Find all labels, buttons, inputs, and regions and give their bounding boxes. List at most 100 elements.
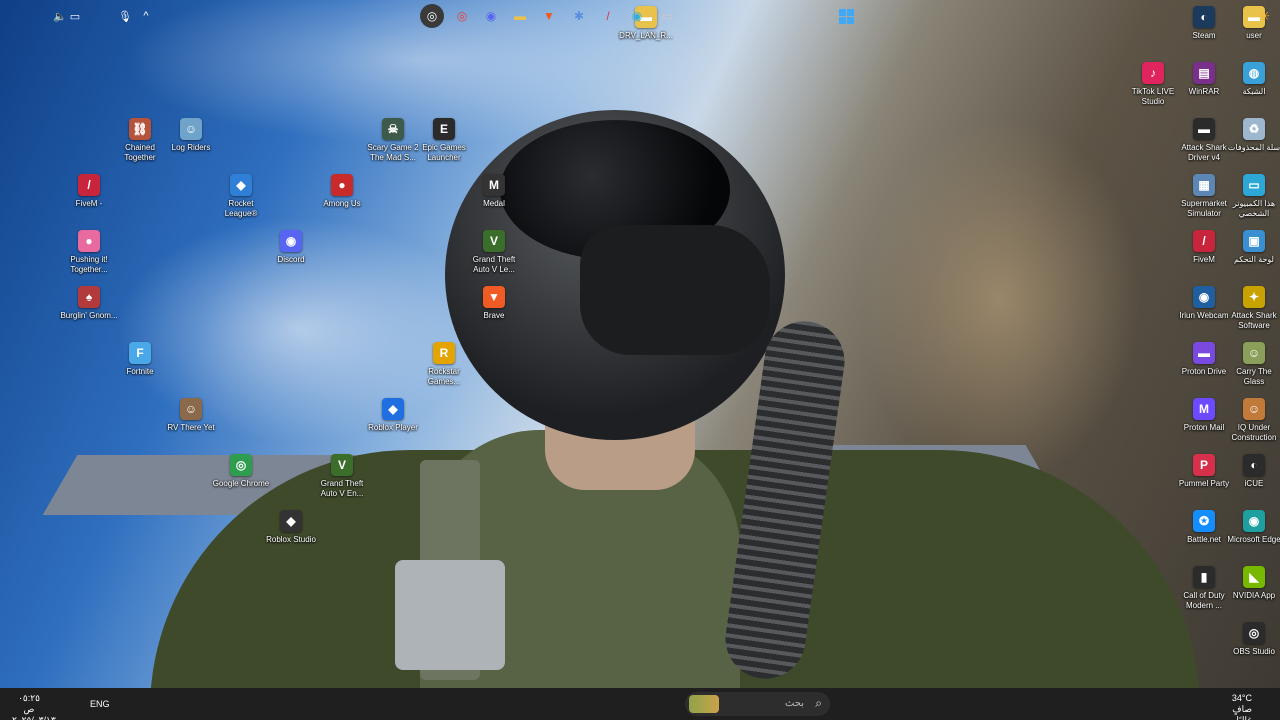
desktop-icon-log-riders[interactable]: ☺ Log Riders xyxy=(162,118,220,153)
desktop-icon-label: Roblox Studio xyxy=(266,535,316,544)
taskbar-app-file-explorer[interactable]: ▬ xyxy=(508,4,532,28)
weather-widget[interactable]: 34°C صافٍ غالبًا xyxy=(1218,693,1252,726)
desktop-icon-google-chrome[interactable]: ◎ Google Chrome xyxy=(212,454,270,489)
attack-shark-driver-icon: ▬ xyxy=(1193,118,1215,140)
desktop-icon-chained-together[interactable]: ⛓ Chained Together xyxy=(111,118,169,163)
desktop-wallpaper xyxy=(0,0,1280,688)
show-hidden-icons-chevron-icon[interactable]: ^ xyxy=(134,4,158,28)
desktop-icon-rockstar-games[interactable]: R Rockstar Games... xyxy=(415,342,473,387)
desktop-icon-control-panel[interactable]: ▣ لوحة التحكم xyxy=(1225,230,1280,265)
rockstar-games-icon: R xyxy=(433,342,455,364)
clock-date: ٢٠٢٥/٠٣/١٣ xyxy=(12,715,56,725)
attack-shark-software-icon: ✦ xyxy=(1243,286,1265,308)
taskbar xyxy=(0,688,1280,720)
desktop-icon-burglin-gnomes[interactable]: ♠ Burglin' Gnom... xyxy=(60,286,118,321)
desktop-icon-attack-shark-software[interactable]: ✦ Attack Shark Software xyxy=(1225,286,1280,331)
edge-icon: ◉ xyxy=(1243,510,1265,532)
taskbar-search-box[interactable]: بحث ⌕ xyxy=(685,692,830,716)
desktop-icon-recycle-bin[interactable]: ♻ سلة المحذوفات xyxy=(1225,118,1280,153)
brave-icon: ▼ xyxy=(483,286,505,308)
language-indicator[interactable]: ENG xyxy=(90,699,110,710)
desktop-icon-gta-v-legacy[interactable]: V Grand Theft Auto V Le... xyxy=(465,230,523,275)
icue-icon: ◐ xyxy=(1243,454,1265,476)
desktop-icon-obs-studio[interactable]: ◎ OBS Studio xyxy=(1225,622,1280,657)
desktop-icon-label: Grand Theft Auto V Le... xyxy=(472,255,516,274)
desktop-icon-label: Among Us xyxy=(323,199,361,208)
pummel-party-icon: P xyxy=(1193,454,1215,476)
desktop-icon-scary-game-2[interactable]: ☠ Scary Game 2 The Mad S... xyxy=(364,118,422,163)
desktop-icon-microsoft-edge[interactable]: ◉ Microsoft Edge xyxy=(1225,510,1280,545)
weather-sun-icon: ☀ xyxy=(1257,7,1271,24)
desktop-icon-gta-v-enhanced[interactable]: V Grand Theft Auto V En... xyxy=(313,454,371,499)
desktop-icon-label: Brave xyxy=(483,311,505,320)
taskbar-app-chrome[interactable]: ◎ xyxy=(450,4,474,28)
desktop-icon-label: user xyxy=(1246,31,1262,40)
taskbar-task-view[interactable]: ▭ xyxy=(655,4,679,28)
desktop-icon-label: Medal xyxy=(483,199,505,208)
desktop-icon-iq-under-construction[interactable]: ☺ IQ Under Construction xyxy=(1225,398,1280,443)
desktop-icon-label: Google Chrome xyxy=(212,479,270,488)
taskbar-clock[interactable]: ٠٥:٢٥ ص ٢٠٢٥/٠٣/١٣ xyxy=(12,693,56,726)
desktop-icon-among-us[interactable]: ● Among Us xyxy=(313,174,371,209)
desktop-icon-brave[interactable]: ▼ Brave xyxy=(465,286,523,321)
desktop-icon-medal[interactable]: M Medal xyxy=(465,174,523,209)
desktop-icon-label: Scary Game 2 The Mad S... xyxy=(367,143,419,162)
fortnite-icon: F xyxy=(129,342,151,364)
desktop-icon-discord[interactable]: ◉ Discord xyxy=(262,230,320,265)
desktop-icon-label: IQ Under Construction xyxy=(1231,423,1277,442)
desktop-icon-tiktok-live-studio[interactable]: ♪ TikTok LIVE Studio xyxy=(1124,62,1182,107)
desktop-icon-label: iCUE xyxy=(1244,479,1264,488)
chrome-icon: ◎ xyxy=(456,9,468,23)
gta-v-icon: V xyxy=(483,230,505,252)
desktop-icon-carry-the-glass[interactable]: ☺ Carry The Glass xyxy=(1225,342,1280,387)
desktop-icon-label: OBS Studio xyxy=(1233,647,1275,656)
fivem-icon: / xyxy=(1193,230,1215,252)
desktop-icon-fivem-shortcut[interactable]: / FiveM - xyxy=(60,174,118,209)
taskbar-app-fivem[interactable]: / xyxy=(596,4,620,28)
burglin-gnomes-icon: ♠ xyxy=(78,286,100,308)
taskbar-app-settings[interactable]: ✱ xyxy=(567,4,591,28)
desktop-icon-rocket-league[interactable]: ◆ Rocket League® xyxy=(212,174,270,219)
start-button[interactable] xyxy=(834,4,858,28)
recycle-bin-icon: ♻ xyxy=(1243,118,1265,140)
desktop-icon-label: Grand Theft Auto V En... xyxy=(320,479,364,498)
search-highlight-image xyxy=(689,695,719,713)
desktop-icon-roblox-studio[interactable]: ◆ Roblox Studio xyxy=(262,510,320,545)
desktop-icon-label: الشبكة xyxy=(1242,87,1266,96)
desktop-icon-icue[interactable]: ◐ iCUE xyxy=(1225,454,1280,489)
tiktok-icon: ♪ xyxy=(1142,62,1164,84)
desktop-icon-label: Discord xyxy=(277,255,305,264)
desktop-icon-fortnite[interactable]: F Fortnite xyxy=(111,342,169,377)
desktop-icon-label: Attack Shark Software xyxy=(1231,311,1277,330)
pilot-oxygen-mask xyxy=(580,225,770,355)
desktop-icon-this-pc[interactable]: ▭ هذا الكمبيوتر الشخصي xyxy=(1225,174,1280,219)
obs-icon: ◎ xyxy=(426,9,438,23)
taskbar-app-discord[interactable]: ◉ xyxy=(479,4,503,28)
gta-v-icon: V xyxy=(331,454,353,476)
desktop-icon-epic-games[interactable]: E Epic Games Launcher xyxy=(415,118,473,163)
among-us-icon: ● xyxy=(331,174,353,196)
desktop-icon-label: DRV_LAN_R... xyxy=(619,31,673,40)
desktop-icon-label: TikTok LIVE Studio xyxy=(1131,87,1175,106)
search-icon: ⌕ xyxy=(815,696,822,710)
desktop-icon-network[interactable]: ◍ الشبكة xyxy=(1225,62,1280,97)
desktop-icon-roblox-player[interactable]: ◆ Roblox Player xyxy=(364,398,422,433)
desktop-icon-nvidia-app[interactable]: ◣ NVIDIA App xyxy=(1225,566,1280,601)
roblox-studio-icon: ◆ xyxy=(280,510,302,532)
proton-mail-icon: M xyxy=(1193,398,1215,420)
weather-temperature: 34°C xyxy=(1231,693,1252,703)
webcam-icon: ◉ xyxy=(1193,286,1215,308)
taskbar-app-obs[interactable]: ◎ xyxy=(420,4,444,28)
brave-icon: ▼ xyxy=(543,9,555,23)
task-view-icon: ▭ xyxy=(661,9,673,23)
desktop-icon-label: Rocket League® xyxy=(224,199,258,218)
rocket-league-icon: ◆ xyxy=(230,174,252,196)
network-status-icon[interactable]: ▭ xyxy=(63,4,87,28)
desktop-icon-label: Chained Together xyxy=(124,143,156,162)
settings-icon: ✱ xyxy=(573,9,585,23)
taskbar-app-edge[interactable]: ◉ xyxy=(625,4,649,28)
desktop-icon-pushing-it-together[interactable]: ● Pushing it! Together... xyxy=(60,230,118,275)
winrar-icon: ▤ xyxy=(1193,62,1215,84)
taskbar-app-brave[interactable]: ▼ xyxy=(537,4,561,28)
desktop-icon-rv-there-yet[interactable]: ☺ RV There Yet xyxy=(162,398,220,433)
